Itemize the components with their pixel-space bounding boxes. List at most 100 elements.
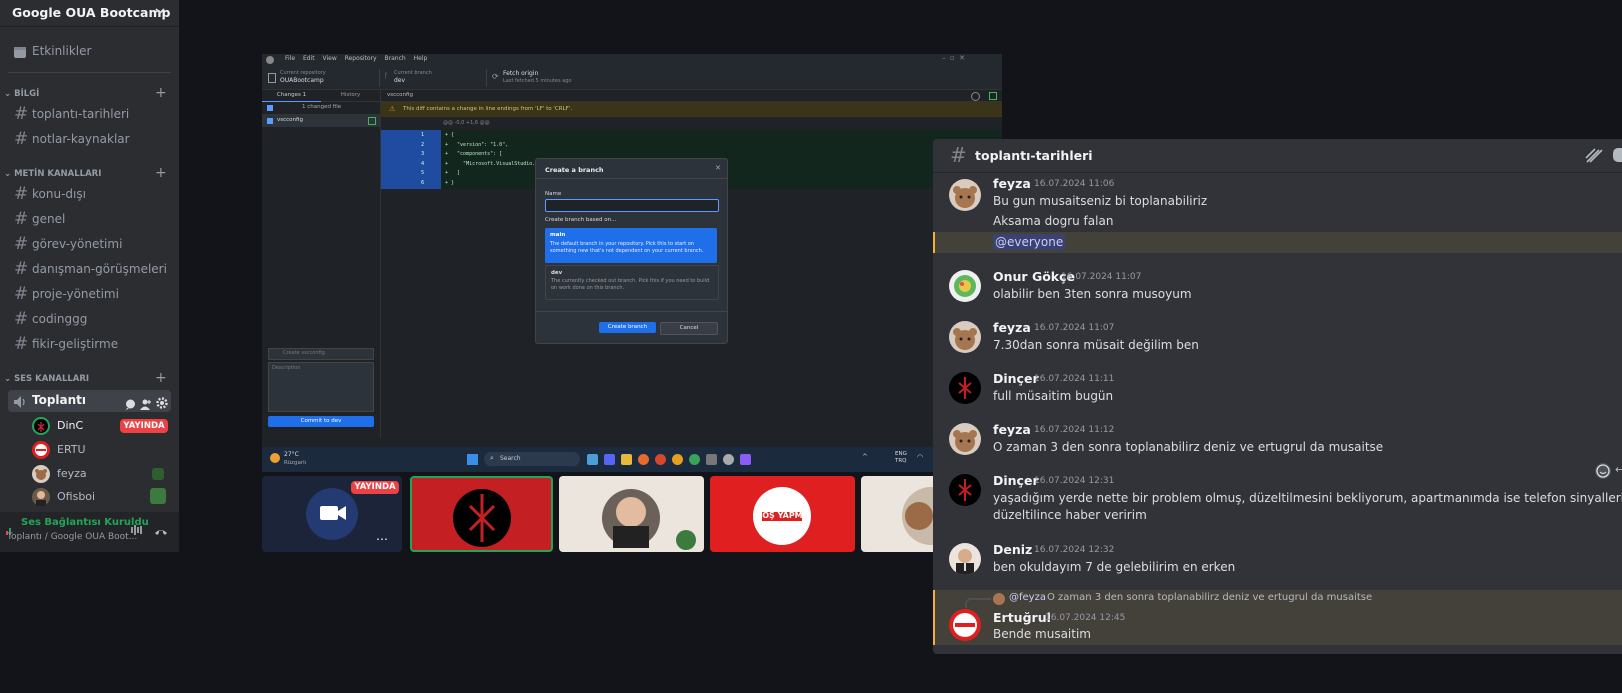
channel-gorev-yonetimi[interactable]: # görev-yönetimi — [8, 234, 171, 256]
channel-codinggg[interactable]: # codinggg — [8, 309, 171, 331]
chat-bubble-icon[interactable] — [125, 395, 136, 414]
channel-proje-yonetimi[interactable]: # proje-yönetimi — [8, 284, 171, 306]
category-metin[interactable]: ⌄ METİN KANALLARI — [4, 169, 101, 179]
avatar[interactable] — [949, 609, 981, 641]
create-branch-button[interactable]: Create branch — [599, 322, 656, 333]
checkbox[interactable] — [267, 118, 273, 124]
gear-icon[interactable] — [971, 92, 980, 101]
menu-item[interactable]: Branch — [385, 55, 406, 62]
commit-button[interactable]: Commit to dev — [268, 416, 374, 427]
reply-author[interactable]: @feyza — [1009, 592, 1046, 603]
checkbox[interactable] — [267, 105, 273, 111]
notification-icon[interactable] — [1613, 148, 1622, 162]
message-author[interactable]: feyza — [993, 320, 1031, 335]
channel-fikir-gelistirme[interactable]: # fikir-geliştirme — [8, 334, 171, 356]
message-author[interactable]: Deniz — [993, 542, 1032, 557]
channel-notlar-kaynaklar[interactable]: # notlar-kaynaklar — [8, 129, 171, 151]
file-row[interactable]: vscconfig — [262, 115, 380, 127]
chrome-icon[interactable] — [655, 454, 666, 465]
browser-icon[interactable] — [672, 454, 683, 465]
close-icon[interactable]: ✕ — [715, 164, 721, 172]
disconnect-icon[interactable] — [154, 523, 168, 542]
channel-toplanti-tarihleri[interactable]: # toplantı-tarihleri — [8, 104, 171, 126]
user-tile[interactable] — [410, 476, 553, 552]
add-channel-icon[interactable]: + — [155, 165, 167, 181]
voice-user[interactable]: ERTU — [32, 440, 168, 460]
category-ses[interactable]: ⌄ SES KANALLARI — [4, 374, 89, 384]
message-author[interactable]: Ertuğrul — [993, 610, 1051, 625]
avatar[interactable] — [949, 543, 981, 575]
avatar[interactable] — [949, 270, 981, 302]
emoji-reaction-icon[interactable] — [1595, 463, 1611, 479]
base-option-main[interactable]: main The default branch in your reposito… — [545, 228, 717, 263]
soundboard-icon[interactable] — [130, 522, 144, 541]
taskbar-search[interactable]: ⌕ Search — [484, 452, 580, 466]
channel-genel[interactable]: # genel — [8, 209, 171, 231]
message-author[interactable]: Dinçer — [993, 473, 1039, 488]
reply-preview[interactable]: O zaman 3 den sonra toplanabilirz deniz … — [1047, 592, 1372, 603]
gear-icon[interactable] — [156, 394, 168, 413]
voice-user[interactable]: Ofisboi — [32, 487, 168, 507]
summary-input[interactable]: Create vscconfig — [268, 348, 374, 360]
app-icon[interactable] — [706, 454, 717, 465]
chevron-down-icon[interactable] — [153, 4, 167, 21]
voice-channel-toplanti[interactable]: Toplantı — [8, 390, 171, 412]
cancel-button[interactable]: Cancel — [660, 322, 718, 335]
windows-start-icon[interactable] — [467, 454, 478, 465]
voice-user[interactable]: feyza — [32, 464, 168, 484]
menu-item[interactable]: File — [285, 55, 295, 62]
avatar[interactable] — [949, 179, 981, 211]
menu-item[interactable]: Help — [414, 55, 428, 62]
repo-selector[interactable]: Current repository OUABootcamp — [266, 69, 380, 87]
user-tile[interactable] — [559, 476, 704, 552]
channel-konu-disi[interactable]: # konu-dışı — [8, 184, 171, 206]
category-bilgi[interactable]: ⌄ BİLGİ — [4, 89, 39, 99]
add-channel-icon[interactable]: + — [155, 370, 167, 386]
language-indicator[interactable]: ENG TRQ — [895, 451, 907, 465]
menu-item[interactable]: Edit — [303, 55, 315, 62]
window-controls-icon[interactable]: – ▫ ✕ — [942, 54, 965, 62]
firefox-icon[interactable] — [638, 454, 649, 465]
line-gutter[interactable] — [381, 130, 441, 189]
github-icon[interactable] — [723, 454, 734, 465]
app-menu[interactable]: File Edit View Repository Branch Help — [285, 55, 427, 62]
branch-name-input[interactable] — [545, 199, 719, 212]
description-input[interactable]: Description — [268, 362, 374, 412]
branch-selector[interactable]: ᚴ Current branch dev — [382, 69, 487, 87]
chevron-up-icon[interactable]: ^ — [862, 453, 868, 461]
menu-item[interactable]: Repository — [345, 55, 377, 62]
events-item[interactable]: Etkinlikler — [8, 41, 171, 63]
avatar[interactable] — [949, 423, 981, 455]
message-author[interactable]: feyza — [993, 176, 1031, 191]
wifi-icon[interactable]: ◠ — [917, 453, 923, 461]
message-author[interactable]: Dinçer — [993, 371, 1039, 386]
base-option-dev[interactable]: dev The currently checked out branch. Pi… — [545, 265, 719, 300]
channel-danisman-gorusmeleri[interactable]: # danışman-görüşmeleri — [8, 259, 171, 281]
folder-icon[interactable] — [621, 454, 632, 465]
steam-icon[interactable] — [587, 454, 598, 465]
stream-tile[interactable]: YAYINDA ⋯ — [262, 476, 402, 552]
invite-user-icon[interactable] — [140, 395, 152, 414]
reply-icon[interactable]: ↩ — [1615, 463, 1622, 476]
avatar[interactable] — [949, 321, 981, 353]
discord-icon[interactable] — [604, 454, 615, 465]
avatar[interactable] — [949, 372, 981, 404]
user-tile[interactable] — [861, 476, 933, 552]
user-tile[interactable]: BOŞ YAPMA — [710, 476, 855, 552]
avatar[interactable] — [949, 474, 981, 506]
screen-share-view[interactable]: File Edit View Repository Branch Help – … — [262, 54, 1002, 472]
message-author[interactable]: feyza — [993, 422, 1031, 437]
add-channel-icon[interactable]: + — [155, 85, 167, 101]
mention-everyone[interactable]: @everyone — [993, 234, 1066, 250]
app-icon[interactable] — [740, 454, 751, 465]
voice-status-subtitle[interactable]: Toplantı / Google OUA Boot... — [7, 532, 137, 542]
more-icon[interactable]: ⋯ — [376, 532, 388, 546]
browser-icon[interactable] — [689, 454, 700, 465]
menu-item[interactable]: View — [323, 55, 337, 62]
threads-icon[interactable] — [1585, 148, 1603, 168]
tab-history[interactable]: History — [321, 90, 380, 101]
tab-changes[interactable]: Changes 1 — [262, 90, 321, 102]
server-header[interactable]: Google OUA Bootcamp — [0, 0, 179, 27]
voice-user[interactable]: DinC YAYINDA — [32, 416, 168, 436]
fetch-origin-button[interactable]: ⟳ Fetch origin Last fetched 5 minutes ag… — [490, 69, 590, 87]
